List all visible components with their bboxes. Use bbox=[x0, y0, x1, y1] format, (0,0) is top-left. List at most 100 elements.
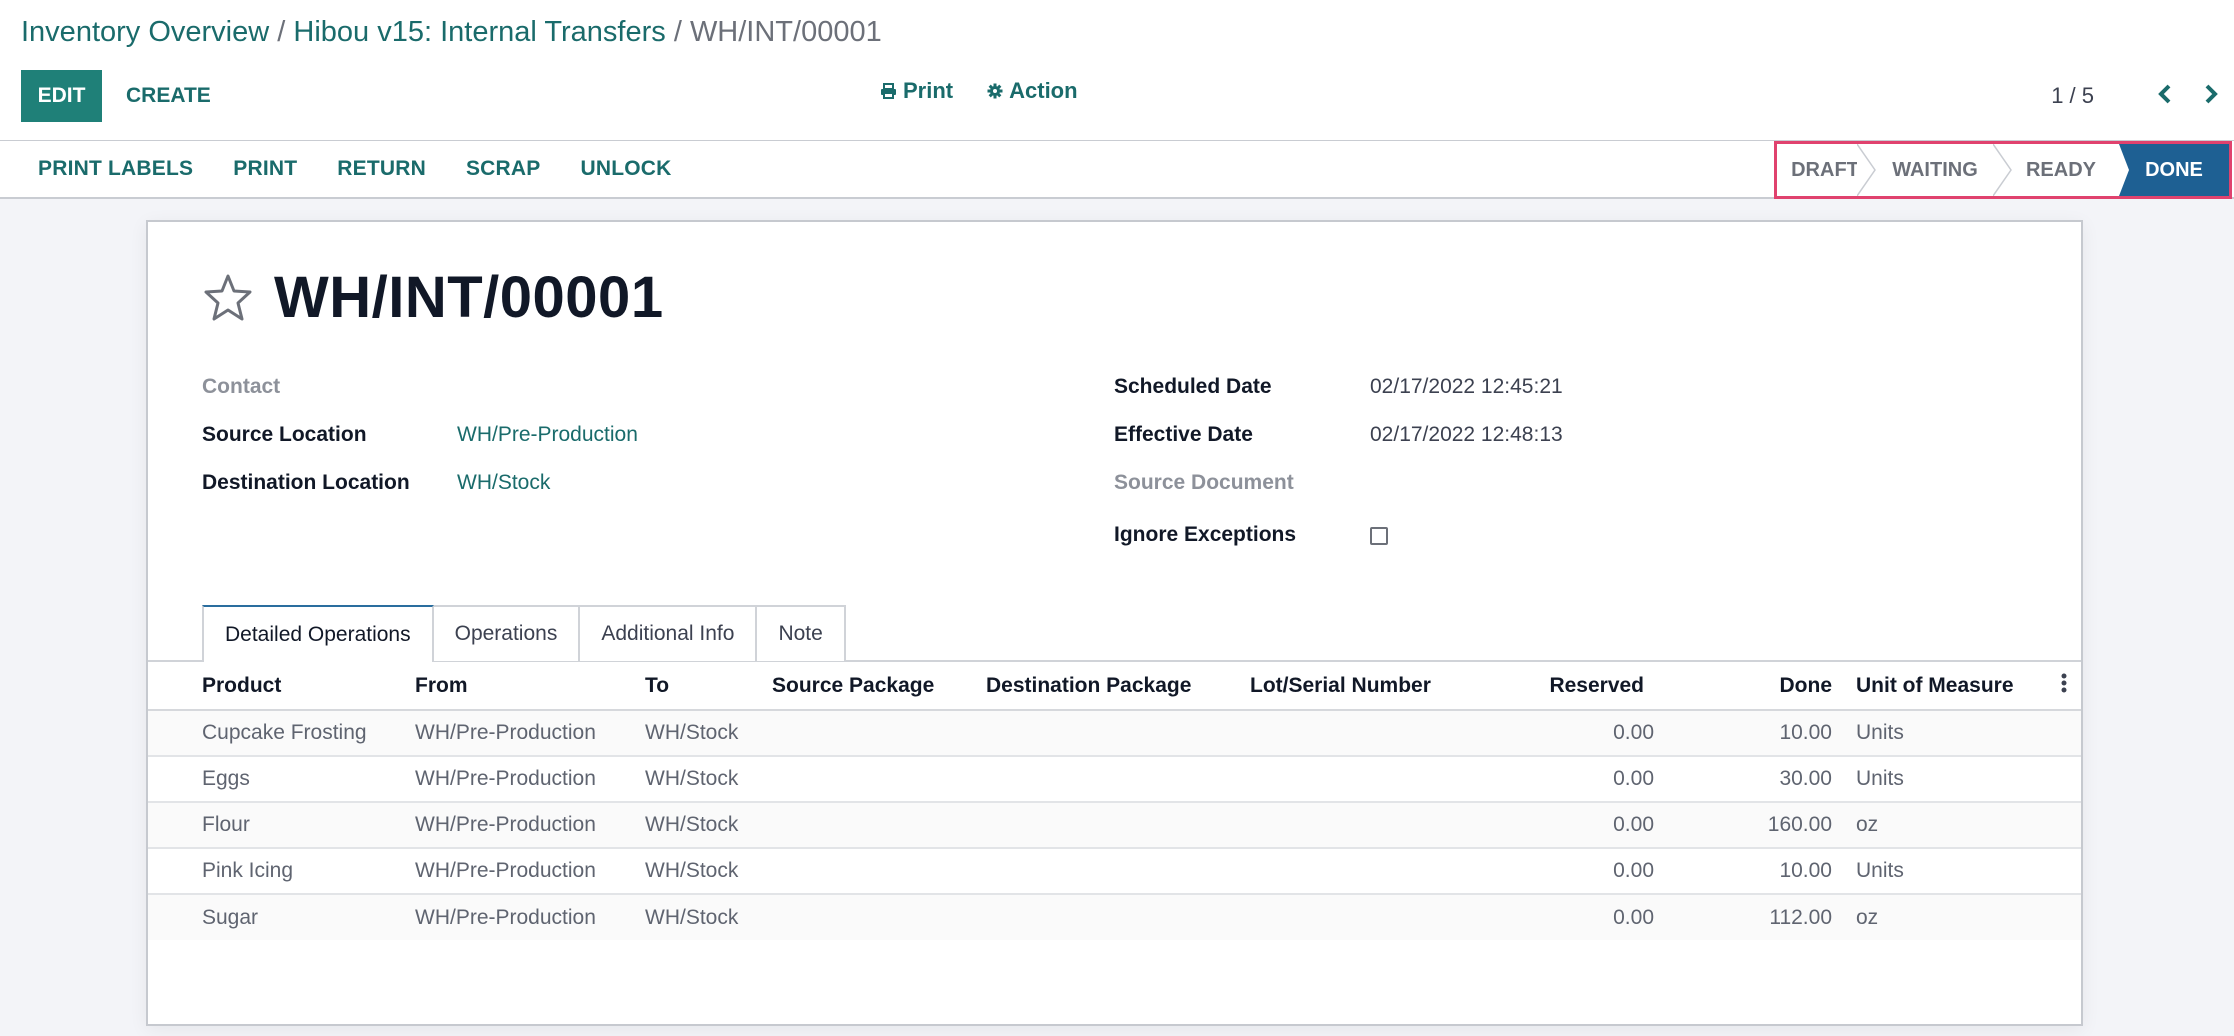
status-step-draft[interactable]: DRAFT bbox=[1777, 144, 1876, 196]
cell-source-package bbox=[772, 894, 986, 940]
field-destination-location: Destination Location WH/Stock bbox=[202, 468, 802, 498]
cell-product: Flour bbox=[202, 802, 415, 849]
cell-from: WH/Pre-Production bbox=[415, 802, 645, 849]
breadcrumb-separator: / bbox=[277, 16, 286, 48]
cell-to: WH/Stock bbox=[645, 802, 772, 849]
column-header-from[interactable]: From bbox=[415, 662, 645, 711]
effective-date-label: Effective Date bbox=[1114, 423, 1253, 446]
table-row[interactable]: Eggs WH/Pre-Production WH/Stock 0.00 30.00 Un… bbox=[148, 756, 2081, 803]
tab-note[interactable]: Note bbox=[757, 605, 846, 661]
gear-icon bbox=[987, 83, 1003, 99]
pager-value[interactable]: 1 / 5 bbox=[2051, 83, 2094, 109]
cell-product: Cupcake Frosting bbox=[202, 710, 415, 757]
create-button[interactable]: CREATE bbox=[126, 70, 211, 122]
cell-lot-serial-number bbox=[1250, 848, 1480, 895]
status-steps: DRAFT WAITING READY DONE bbox=[1774, 141, 2232, 199]
cell-source-package bbox=[772, 710, 986, 757]
ignore-exceptions-checkbox[interactable] bbox=[1370, 527, 1388, 545]
scheduled-date-value: 02/17/2022 12:45:21 bbox=[1370, 375, 1563, 398]
cell-lot-serial-number bbox=[1250, 802, 1480, 849]
column-header-done[interactable]: Done bbox=[1654, 662, 1832, 711]
status-step-label: WAITING bbox=[1892, 158, 1978, 181]
contact-label: Contact bbox=[202, 375, 281, 398]
cell-source-package bbox=[772, 802, 986, 849]
header-buttons: PRINT LABELS PRINT RETURN SCRAP UNLOCK bbox=[38, 141, 672, 197]
table-row[interactable]: Flour WH/Pre-Production WH/Stock 0.00 160.00… bbox=[148, 802, 2081, 849]
cell-unit-of-measure: Units bbox=[1856, 710, 2046, 757]
cell-destination-package bbox=[986, 802, 1250, 849]
kebab-menu-icon bbox=[2061, 673, 2066, 692]
print-button[interactable]: PRINT bbox=[233, 157, 297, 181]
cell-reserved: 0.00 bbox=[1480, 848, 1654, 895]
detailed-operations-table: Product From To Source Package Destinati… bbox=[148, 662, 2081, 940]
cell-done: 10.00 bbox=[1654, 710, 1832, 757]
record-title-row: WH/INT/00001 bbox=[202, 264, 664, 331]
source-location-label: Source Location bbox=[202, 423, 367, 446]
field-contact: Contact bbox=[202, 372, 280, 402]
cell-source-package bbox=[772, 756, 986, 803]
cell-lot-serial-number bbox=[1250, 710, 1480, 757]
field-effective-date: Effective Date 02/17/2022 12:48:13 bbox=[1114, 420, 1714, 450]
breadcrumb-internal-transfers[interactable]: Hibou v15: Internal Transfers bbox=[293, 16, 665, 48]
column-header-product[interactable]: Product bbox=[202, 662, 415, 711]
column-header-lot-serial-number[interactable]: Lot/Serial Number bbox=[1250, 662, 1480, 711]
toolbar-actions: Print Action bbox=[880, 78, 1078, 104]
tab-detailed-operations[interactable]: Detailed Operations bbox=[202, 605, 434, 662]
pager-previous-button[interactable] bbox=[2142, 80, 2188, 112]
step-separator-icon bbox=[2109, 144, 2129, 196]
cell-from: WH/Pre-Production bbox=[415, 710, 645, 757]
cell-destination-package bbox=[986, 848, 1250, 895]
status-step-ready[interactable]: READY bbox=[2003, 144, 2129, 196]
print-labels-button[interactable]: PRINT LABELS bbox=[38, 157, 193, 181]
cell-done: 30.00 bbox=[1654, 756, 1832, 803]
star-icon[interactable] bbox=[202, 272, 254, 324]
scrap-button[interactable]: SCRAP bbox=[466, 157, 541, 181]
source-location-value[interactable]: WH/Pre-Production bbox=[457, 423, 638, 447]
cell-from: WH/Pre-Production bbox=[415, 756, 645, 803]
tab-additional-info[interactable]: Additional Info bbox=[580, 605, 758, 661]
step-separator-icon bbox=[1993, 144, 2012, 196]
breadcrumb-inventory-overview[interactable]: Inventory Overview bbox=[21, 16, 269, 48]
column-header-source-package[interactable]: Source Package bbox=[772, 662, 986, 711]
field-ignore-exceptions: Ignore Exceptions bbox=[1114, 520, 1714, 550]
column-header-reserved[interactable]: Reserved bbox=[1480, 662, 1654, 711]
cell-source-package bbox=[772, 848, 986, 895]
status-step-waiting[interactable]: WAITING bbox=[1867, 144, 2012, 196]
table-row[interactable]: Cupcake Frosting WH/Pre-Production WH/Stoc… bbox=[148, 710, 2081, 757]
breadcrumb-current: WH/INT/00001 bbox=[689, 16, 882, 48]
scheduled-date-label: Scheduled Date bbox=[1114, 375, 1272, 398]
cell-destination-package bbox=[986, 894, 1250, 940]
pager: 1 / 5 bbox=[2051, 78, 2234, 114]
effective-date-value: 02/17/2022 12:48:13 bbox=[1370, 423, 1563, 446]
pager-next-button[interactable] bbox=[2188, 80, 2234, 112]
column-header-destination-package[interactable]: Destination Package bbox=[986, 662, 1250, 711]
cell-to: WH/Stock bbox=[645, 848, 772, 895]
table-row[interactable]: Pink Icing WH/Pre-Production WH/Stock 0.00 1… bbox=[148, 848, 2081, 895]
action-dropdown[interactable]: Action bbox=[987, 78, 1078, 104]
return-button[interactable]: RETURN bbox=[337, 157, 426, 181]
status-step-done[interactable]: DONE bbox=[2119, 144, 2229, 196]
print-dropdown[interactable]: Print bbox=[880, 78, 953, 104]
cell-from: WH/Pre-Production bbox=[415, 894, 645, 940]
column-header-to[interactable]: To bbox=[645, 662, 772, 711]
destination-location-value[interactable]: WH/Stock bbox=[457, 471, 550, 495]
cell-unit-of-measure: oz bbox=[1856, 894, 2046, 940]
cell-to: WH/Stock bbox=[645, 894, 772, 940]
table-header-row: Product From To Source Package Destinati… bbox=[148, 662, 2081, 711]
optional-columns-toggle[interactable] bbox=[2046, 662, 2081, 711]
cell-done: 112.00 bbox=[1654, 894, 1832, 940]
cell-product: Sugar bbox=[202, 894, 415, 940]
table-row[interactable]: Sugar WH/Pre-Production WH/Stock 0.00 112.00… bbox=[148, 894, 2081, 940]
unlock-button[interactable]: UNLOCK bbox=[580, 157, 671, 181]
cell-to: WH/Stock bbox=[645, 710, 772, 757]
column-header-unit-of-measure[interactable]: Unit of Measure bbox=[1856, 662, 2046, 711]
status-step-label: DONE bbox=[2145, 158, 2203, 181]
cell-to: WH/Stock bbox=[645, 756, 772, 803]
tab-operations[interactable]: Operations bbox=[433, 605, 581, 661]
edit-button[interactable]: EDIT bbox=[21, 70, 102, 122]
cell-reserved: 0.00 bbox=[1480, 756, 1654, 803]
status-step-label: READY bbox=[2025, 158, 2096, 181]
chevron-right-icon bbox=[2205, 84, 2218, 104]
breadcrumb: Inventory Overview / Hibou v15: Internal… bbox=[21, 14, 882, 50]
record-title: WH/INT/00001 bbox=[274, 265, 664, 330]
